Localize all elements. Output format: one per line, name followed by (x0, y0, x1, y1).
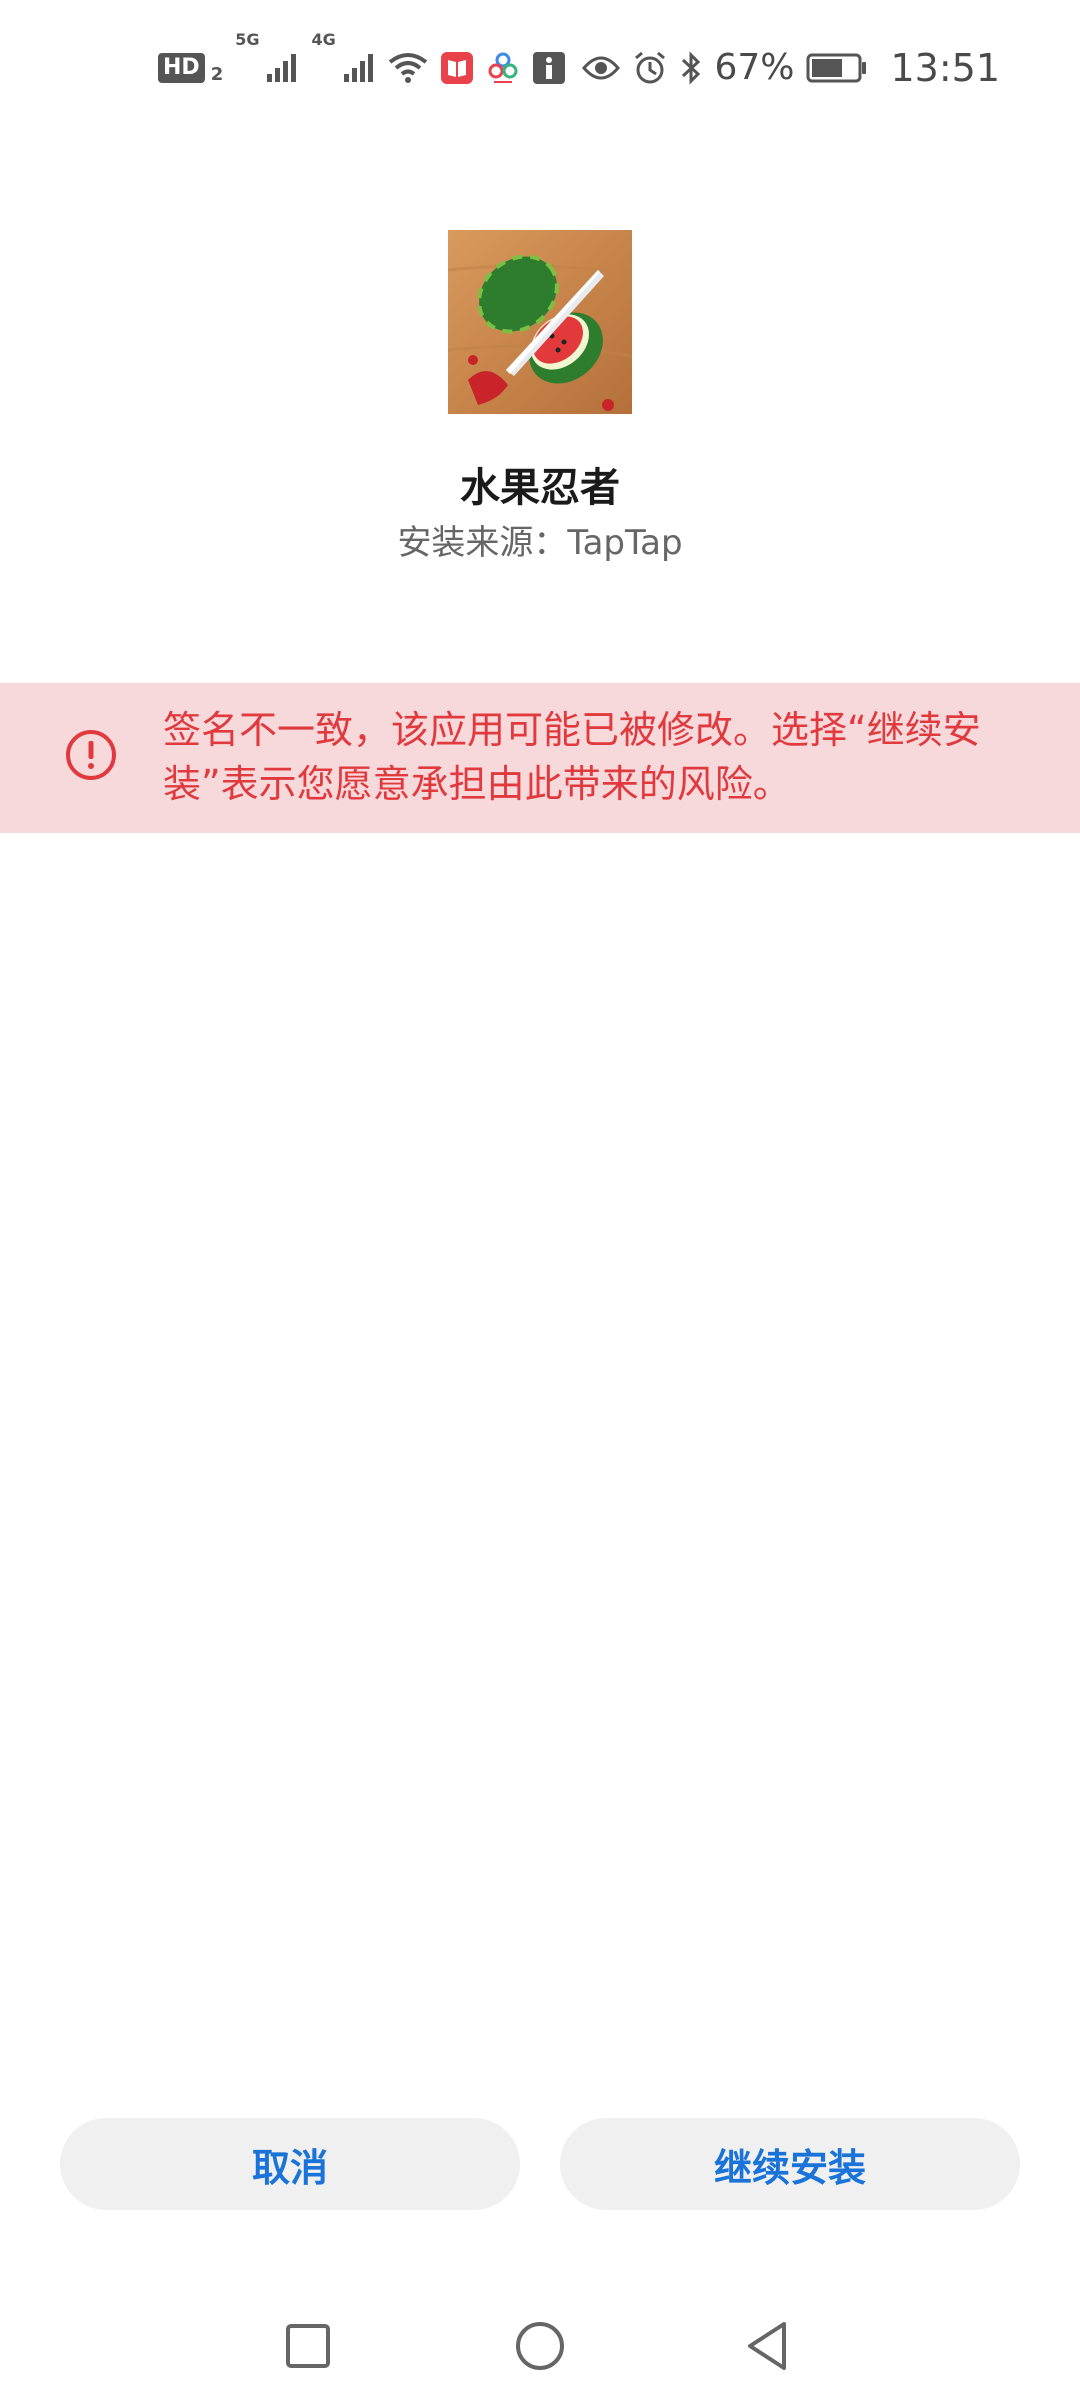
net1-label: 5G (235, 30, 260, 49)
battery-icon (806, 53, 867, 82)
battery-percent: 67% (714, 47, 795, 88)
bluetooth-icon (682, 50, 701, 85)
net2-label: 4G (311, 30, 336, 49)
install-source: 安装来源：TapTap (397, 523, 683, 563)
home-icon[interactable] (512, 2318, 568, 2374)
warning-banner: 签名不一致，该应用可能已被修改。选择“继续安装”表示您愿意承担由此带来的风险。 (0, 683, 1080, 833)
status-bar: HD 2 5G 4G 67% 13:51 (0, 0, 1080, 135)
fruit-ninja-watermelon-icon (448, 230, 632, 414)
eye-icon (582, 56, 621, 79)
back-icon[interactable] (740, 2318, 796, 2374)
install-screen: HD 2 5G 4G 67% 13:51 水果忍者 安装来源：TapTap 签名… (0, 0, 1080, 2400)
cancel-button[interactable]: 取消 (60, 2118, 520, 2210)
continue-install-button[interactable]: 继续安装 (560, 2118, 1020, 2210)
signal-5g-icon (267, 53, 297, 82)
status-right: 67% 13:51 (582, 46, 1000, 90)
warning-text: 签名不一致，该应用可能已被修改。选择“继续安装”表示您愿意承担由此带来的风险。 (163, 708, 981, 806)
tri-dot-app-icon (488, 52, 518, 83)
signal-4g-icon (343, 53, 373, 82)
book-app-icon (440, 51, 473, 84)
exclamation-circle-icon (66, 730, 116, 780)
hd-icon: HD (158, 52, 205, 83)
navigation-bar (0, 2290, 1080, 2390)
recent-apps-icon[interactable] (280, 2318, 336, 2374)
sim-slot-label: 2 (210, 64, 224, 85)
wifi-icon (388, 52, 427, 83)
alarm-icon (635, 51, 666, 83)
status-time: 13:51 (890, 45, 1000, 90)
info-app-icon (532, 51, 565, 84)
status-left: HD 2 5G 4G (158, 30, 566, 85)
app-name: 水果忍者 (460, 465, 620, 511)
